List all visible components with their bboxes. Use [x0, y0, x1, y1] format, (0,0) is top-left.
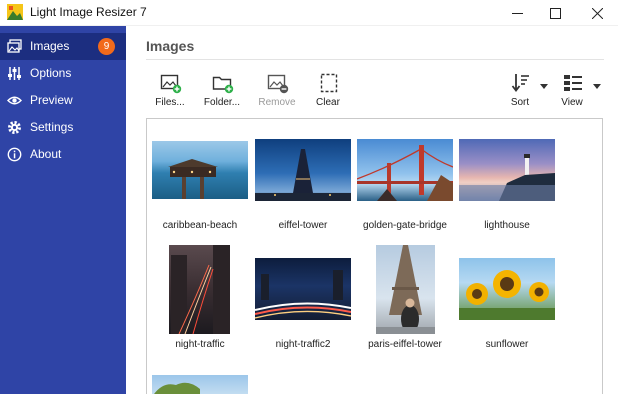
lighthouse-picture	[459, 154, 555, 201]
clear-selection-icon	[320, 73, 338, 93]
image-thumbnail[interactable]	[255, 139, 351, 201]
sidebar-item-label: Options	[30, 66, 72, 80]
caribbean-beach-picture	[168, 159, 218, 199]
maximize-button[interactable]	[532, 0, 578, 26]
image-thumbnail[interactable]	[459, 139, 555, 201]
night-traffic2-picture	[255, 270, 351, 319]
close-button[interactable]	[574, 0, 618, 26]
main-content: Images Files... Folder... Remove Clear S…	[126, 26, 618, 394]
image-thumbnail[interactable]	[255, 258, 351, 320]
minimize-icon	[511, 12, 523, 14]
view-label: View	[561, 97, 583, 108]
clear-label: Clear	[316, 97, 340, 108]
image-label: night-traffic	[175, 339, 225, 350]
image-grid-panel: caribbean-beach eiffel-tower golden-gate…	[146, 118, 603, 394]
remove-image-icon	[267, 74, 289, 94]
sort-label: Sort	[510, 97, 530, 108]
add-files-label: Files...	[155, 97, 185, 108]
title-divider	[146, 59, 604, 60]
sort-dropdown-caret-icon[interactable]	[540, 84, 548, 90]
paris-eiffel-tower-picture	[376, 245, 435, 334]
app-logo-icon	[7, 4, 23, 20]
view-button[interactable]: View	[550, 70, 594, 112]
image-thumbnail[interactable]	[152, 141, 248, 199]
close-icon	[591, 7, 603, 19]
images-icon	[7, 39, 22, 53]
image-label: paris-eiffel-tower	[368, 339, 442, 350]
image-label: lighthouse	[484, 220, 530, 231]
add-image-icon	[160, 74, 182, 94]
sidebar-item-about[interactable]: About	[0, 141, 126, 168]
image-count-badge: 9	[98, 38, 115, 55]
clear-button[interactable]: Clear	[306, 70, 350, 112]
info-icon	[7, 147, 22, 162]
image-thumbnail[interactable]	[169, 245, 230, 334]
image-label: caribbean-beach	[162, 220, 238, 231]
title-bar: Light Image Resizer 7	[0, 0, 618, 26]
sort-icon	[511, 74, 529, 92]
gear-icon	[8, 121, 21, 134]
add-folder-button[interactable]: Folder...	[200, 70, 244, 112]
page-title: Images	[146, 38, 195, 54]
sidebar: Images 9 Options Preview Settings About	[0, 26, 126, 394]
add-folder-icon	[212, 76, 234, 94]
sunflower-picture	[459, 270, 555, 320]
remove-button[interactable]: Remove	[255, 70, 299, 112]
sidebar-item-settings[interactable]: Settings	[0, 114, 126, 141]
add-folder-label: Folder...	[203, 97, 241, 108]
sliders-icon	[8, 67, 21, 80]
maximize-icon	[549, 7, 561, 19]
partial-image-picture	[154, 382, 200, 394]
sort-button[interactable]: Sort	[498, 70, 542, 112]
image-thumbnail[interactable]	[152, 375, 248, 394]
image-thumbnail[interactable]	[459, 258, 555, 320]
sidebar-item-options[interactable]: Options	[0, 60, 126, 87]
image-label: sunflower	[485, 339, 529, 350]
image-thumbnail[interactable]	[357, 139, 453, 201]
image-label: golden-gate-bridge	[363, 220, 447, 231]
eiffel-tower-picture	[255, 149, 351, 201]
remove-label: Remove	[258, 97, 296, 108]
image-label: night-traffic2	[275, 339, 331, 350]
sidebar-item-label: Settings	[30, 120, 74, 134]
add-files-button[interactable]: Files...	[148, 70, 192, 112]
sidebar-item-label: Images	[30, 39, 70, 53]
sidebar-item-images[interactable]: Images 9	[0, 33, 126, 60]
night-traffic-picture	[171, 245, 230, 334]
golden-gate-bridge-picture	[357, 145, 453, 201]
sidebar-item-label: Preview	[30, 93, 73, 107]
view-dropdown-caret-icon[interactable]	[593, 84, 601, 90]
sidebar-item-preview[interactable]: Preview	[0, 87, 126, 114]
sidebar-item-label: About	[30, 147, 62, 161]
window-title: Light Image Resizer 7	[30, 5, 147, 19]
image-thumbnail[interactable]	[376, 245, 435, 334]
image-label: eiffel-tower	[278, 220, 328, 231]
eye-icon	[7, 96, 22, 105]
list-view-icon	[564, 75, 582, 91]
